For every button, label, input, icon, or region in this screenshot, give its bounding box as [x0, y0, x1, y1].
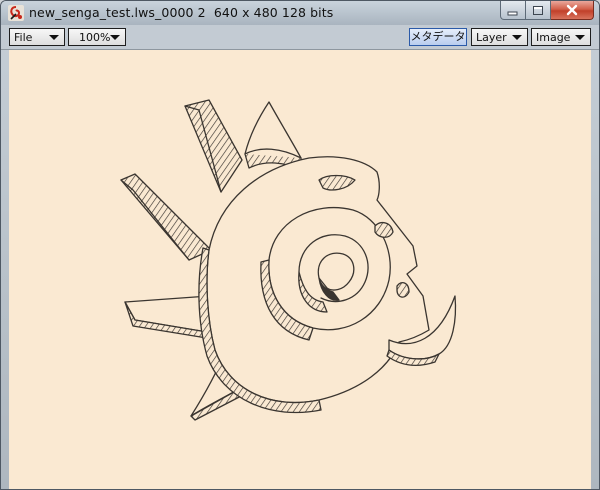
title-bar[interactable]: new_senga_test.lws_0000 2 640 x 480 128 … — [1, 1, 599, 25]
spike-left — [120, 173, 212, 261]
image-menu[interactable]: Image — [531, 28, 591, 46]
layer-menu-label: Layer — [476, 31, 507, 44]
chevron-down-icon — [512, 35, 522, 40]
app-swirl-icon — [8, 5, 24, 21]
minimize-button[interactable] — [500, 1, 526, 20]
spike-top — [244, 101, 302, 159]
metadata-button[interactable]: メタデータ — [409, 28, 467, 46]
file-menu-label: File — [14, 31, 33, 44]
eye-lower — [396, 281, 410, 298]
chevron-down-icon — [49, 35, 59, 40]
chevron-down-icon — [110, 35, 120, 40]
window-controls — [500, 1, 594, 20]
toolbar: File 100% メタデータ Layer Image — [1, 25, 599, 50]
maximize-icon — [532, 1, 544, 20]
zoom-select-label: 100% — [79, 31, 111, 44]
render-window: new_senga_test.lws_0000 2 640 x 480 128 … — [0, 0, 600, 490]
close-icon — [565, 1, 579, 20]
zoom-select[interactable]: 100% — [68, 28, 126, 46]
render-canvas[interactable] — [9, 50, 591, 489]
minimize-icon — [507, 1, 519, 20]
window-title: new_senga_test.lws_0000 2 640 x 480 128 … — [29, 5, 334, 20]
maximize-button[interactable] — [526, 1, 551, 20]
image-menu-label: Image — [536, 31, 571, 44]
layer-menu[interactable]: Layer — [471, 28, 528, 46]
line-art-sketch — [120, 99, 457, 421]
spike-top-left — [184, 99, 243, 193]
file-menu[interactable]: File — [9, 28, 65, 46]
close-button[interactable] — [551, 1, 594, 20]
chevron-down-icon — [575, 35, 585, 40]
